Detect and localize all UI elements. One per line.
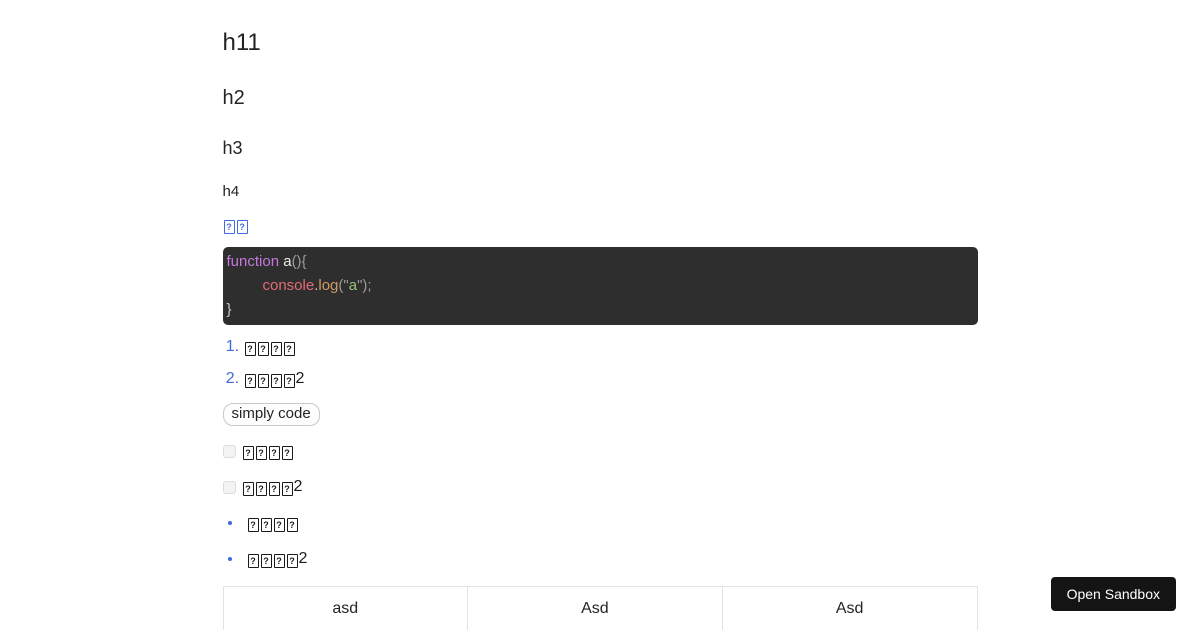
bullet-icon [228, 521, 232, 525]
task-item-label: ???? [242, 442, 294, 460]
inline-code-chip: simply code [223, 403, 320, 426]
heading-h4: h4 [223, 184, 978, 199]
bullet-list: ???? ????2 [223, 514, 978, 568]
code-token-method: log [318, 277, 338, 294]
task-list-item: ????2 [223, 478, 978, 496]
code-token-keyword: function [227, 253, 280, 270]
list-item: ????2 [244, 370, 978, 388]
checkbox-unchecked[interactable] [223, 481, 236, 494]
table-header-cell: Asd [722, 587, 977, 630]
code-token-function-name: a [279, 253, 292, 270]
ordered-list: ???? ????2 [223, 338, 978, 388]
inline-code-paragraph: simply code [223, 403, 978, 426]
page-title: h11 [223, 31, 978, 55]
data-table: asd Asd Asd [223, 586, 978, 630]
bullet-item-label: ???? [247, 514, 299, 532]
link-paragraph: ?? [223, 216, 978, 234]
task-list: ???? ????2 [223, 442, 978, 496]
open-sandbox-button[interactable]: Open Sandbox [1051, 577, 1176, 611]
bullet-icon [228, 557, 232, 561]
code-block: function a(){console.log("a");} [223, 247, 978, 325]
list-item-label: ???? [244, 338, 296, 355]
bullet-list-item: ???? [223, 514, 978, 532]
list-item-label: ????2 [244, 370, 305, 387]
bullet-item-label: ????2 [247, 550, 308, 568]
code-token-open-paren: (" [338, 277, 348, 294]
code-token-string: a [349, 277, 357, 294]
table-header-cell: Asd [468, 587, 723, 630]
table-header-row: asd Asd Asd [223, 587, 977, 630]
code-token-punct: (){ [292, 253, 307, 270]
code-line-1: function a(){ [227, 250, 970, 274]
heading-h3: h3 [223, 139, 978, 157]
code-token-brace: } [227, 301, 232, 318]
list-item: ???? [244, 338, 978, 356]
task-list-item: ???? [223, 442, 978, 460]
bullet-list-item: ????2 [223, 550, 978, 568]
code-token-close-paren: "); [357, 277, 372, 294]
code-line-3: } [227, 298, 970, 322]
code-token-object: console [263, 277, 315, 294]
table-header-cell: asd [223, 587, 468, 630]
code-line-2: console.log("a"); [227, 274, 970, 298]
task-item-label: ????2 [242, 478, 303, 496]
doc-link[interactable]: ?? [223, 216, 249, 233]
checkbox-unchecked[interactable] [223, 445, 236, 458]
heading-h2: h2 [223, 88, 978, 108]
markdown-content: h11 h2 h3 h4 ?? function a(){console.log… [223, 0, 978, 630]
